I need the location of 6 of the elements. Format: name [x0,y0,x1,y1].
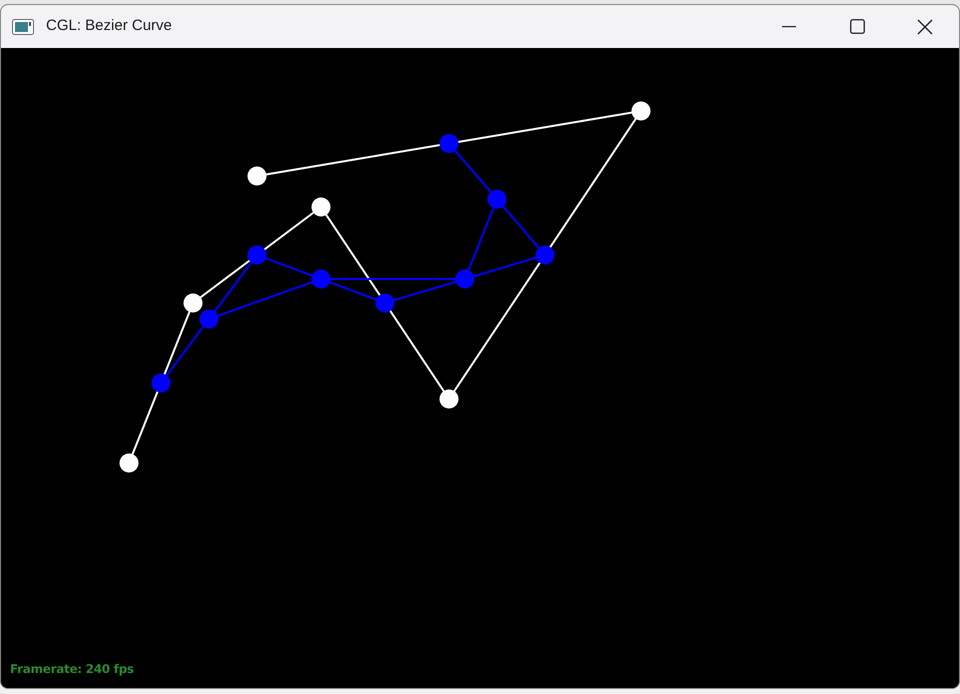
window-title: CGL: Bezier Curve [46,16,172,36]
framerate-label: Framerate: 240 fps [10,661,134,678]
close-icon [917,18,933,34]
minimize-icon [782,26,796,28]
maximize-icon [850,19,864,34]
app-icon [12,18,34,34]
